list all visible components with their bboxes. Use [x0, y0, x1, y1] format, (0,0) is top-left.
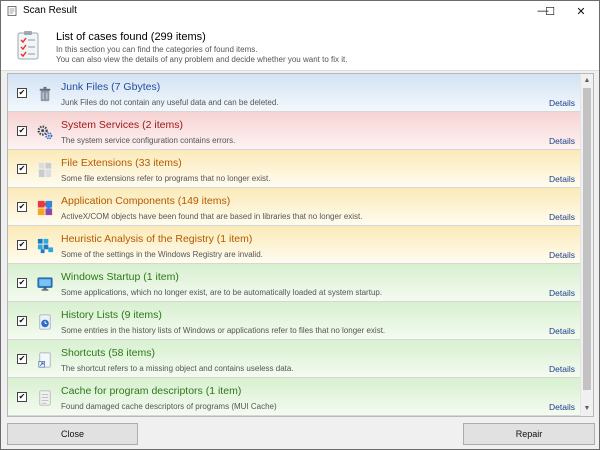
case-row[interactable]: ✔ Cache for program descriptors (1 item) F… — [8, 378, 581, 416]
details-link[interactable]: Details — [549, 174, 575, 184]
cases-rows: ✔ Junk Files (7 Gbytes) Junk Files do not … — [8, 74, 581, 416]
case-description: Junk Files do not contain any useful dat… — [61, 98, 279, 107]
case-description: Some applications, which no longer exist… — [61, 288, 383, 297]
close-window-button[interactable]: ✕ — [563, 1, 599, 21]
details-link[interactable]: Details — [549, 212, 575, 222]
case-title: Application Components (149 items) — [61, 195, 231, 207]
case-checkbox[interactable]: ✔ — [17, 354, 27, 364]
case-title: Junk Files (7 Gbytes) — [61, 81, 161, 93]
details-link[interactable]: Details — [549, 250, 575, 260]
case-title: Shortcuts (58 items) — [61, 347, 155, 359]
case-checkbox[interactable]: ✔ — [17, 126, 27, 136]
case-description: The shortcut refers to a missing object … — [61, 364, 294, 373]
case-checkbox[interactable]: ✔ — [17, 164, 27, 174]
details-link[interactable]: Details — [549, 136, 575, 146]
scroll-down-button[interactable]: ▼ — [581, 403, 593, 415]
case-checkbox[interactable]: ✔ — [17, 88, 27, 98]
case-description: The system service configuration contain… — [61, 136, 236, 145]
header-title: List of cases found (299 items) — [56, 31, 206, 43]
repair-button[interactable]: Repair — [463, 423, 595, 445]
app-icon — [7, 6, 17, 16]
case-row[interactable]: ✔ Junk Files (7 Gbytes) Junk Files do not … — [8, 74, 581, 112]
case-description: Found damaged cache descriptors of progr… — [61, 402, 277, 411]
header-description-line-1: In this section you can find the categor… — [56, 45, 258, 54]
case-checkbox[interactable]: ✔ — [17, 278, 27, 288]
checklist-clipboard-icon — [17, 31, 39, 60]
case-title: History Lists (9 items) — [61, 309, 162, 321]
case-row[interactable]: ✔ Shortcuts (58 items) The shortcut refers… — [8, 340, 581, 378]
window-title: Scan Result — [23, 5, 77, 16]
trash-bin-icon — [39, 86, 51, 102]
case-checkbox[interactable]: ✔ — [17, 316, 27, 326]
history-document-icon — [39, 314, 51, 330]
case-description: Some of the settings in the Windows Regi… — [61, 250, 263, 259]
case-row[interactable]: ✔ Application Components (149 items) Activ… — [8, 188, 581, 226]
registry-blocks-icon — [37, 238, 54, 254]
case-title: File Extensions (33 items) — [61, 157, 182, 169]
details-link[interactable]: Details — [549, 402, 575, 412]
case-description: ActiveX/COM objects have been found that… — [61, 212, 363, 221]
case-checkbox[interactable]: ✔ — [17, 240, 27, 250]
details-link[interactable]: Details — [549, 288, 575, 298]
case-row[interactable]: ✔ System Services (2 items) The system ser… — [8, 112, 581, 150]
vertical-scrollbar[interactable]: ▲ ▼ — [580, 74, 593, 416]
case-row[interactable]: ✔ Heuristic Analysis of the Registry (1 i… — [8, 226, 581, 264]
header-description-line-2: You can also view the details of any pro… — [56, 55, 348, 64]
cache-document-icon — [39, 390, 51, 406]
monitor-icon — [37, 277, 53, 291]
case-row[interactable]: ✔ File Extensions (33 items) Some file ext… — [8, 150, 581, 188]
case-description: Some file extensions refer to programs t… — [61, 174, 271, 183]
details-link[interactable]: Details — [549, 364, 575, 374]
case-title: System Services (2 items) — [61, 119, 183, 131]
case-row[interactable]: ✔ Windows Startup (1 item) Some applicatio… — [8, 264, 581, 302]
case-title: Heuristic Analysis of the Registry (1 it… — [61, 233, 253, 245]
case-description: Some entries in the history lists of Win… — [61, 326, 386, 335]
file-extension-icon — [38, 162, 52, 178]
title-bar[interactable]: Scan Result — ☐ ✕ — [1, 1, 599, 21]
case-checkbox[interactable]: ✔ — [17, 392, 27, 402]
details-link[interactable]: Details — [549, 326, 575, 336]
case-checkbox[interactable]: ✔ — [17, 202, 27, 212]
details-link[interactable]: Details — [549, 98, 575, 108]
gears-icon — [37, 125, 53, 140]
scan-result-window: Scan Result — ☐ ✕ List of cases found (2… — [0, 0, 600, 450]
case-title: Cache for program descriptors (1 item) — [61, 385, 242, 397]
cases-list[interactable]: ✔ Junk Files (7 Gbytes) Junk Files do not … — [7, 73, 594, 417]
shortcut-icon — [38, 352, 51, 368]
close-button[interactable]: Close — [7, 423, 138, 445]
puzzle-icon — [37, 200, 53, 216]
header-panel: List of cases found (299 items) In this … — [1, 21, 599, 71]
scroll-up-button[interactable]: ▲ — [581, 75, 593, 87]
scrollbar-thumb[interactable] — [583, 88, 591, 390]
case-title: Windows Startup (1 item) — [61, 271, 179, 283]
case-row[interactable]: ✔ History Lists (9 items) Some entries in … — [8, 302, 581, 340]
